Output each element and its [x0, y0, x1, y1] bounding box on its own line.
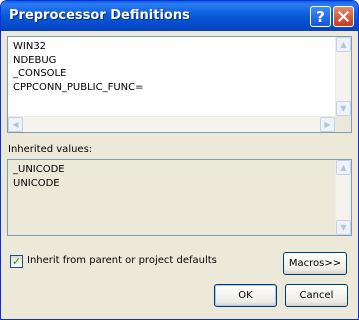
scroll-up-arrow-icon[interactable]: ▲	[336, 160, 351, 175]
inherited-vertical-scrollbar[interactable]: ▲ ▼	[335, 160, 351, 235]
definition-line: NDEBUG	[13, 54, 57, 66]
scroll-up-arrow-icon[interactable]: ▲	[336, 37, 351, 52]
scroll-down-arrow-icon[interactable]: ▼	[336, 220, 351, 235]
ok-button[interactable]: OK	[214, 284, 277, 307]
preprocessor-definitions-dialog: Preprocessor Definitions ? WIN32 NDEBUG …	[0, 0, 359, 320]
help-button[interactable]: ?	[310, 6, 331, 27]
definitions-textbox[interactable]: WIN32 NDEBUG _CONSOLE CPPCONN_PUBLIC_FUN…	[7, 36, 352, 133]
inherit-checkbox[interactable]: ✓	[10, 255, 23, 268]
definition-line: WIN32	[13, 41, 47, 52]
macros-button[interactable]: Macros>>	[283, 252, 347, 275]
scroll-right-arrow-icon[interactable]: ▶	[320, 117, 335, 132]
scroll-down-arrow-icon[interactable]: ▼	[336, 101, 351, 116]
inherited-line: UNICODE	[13, 177, 60, 189]
inherited-lines: _UNICODE UNICODE	[13, 163, 65, 190]
definitions-lines: WIN32 NDEBUG _CONSOLE CPPCONN_PUBLIC_FUN…	[13, 40, 143, 94]
scroll-left-arrow-icon[interactable]: ◀	[8, 117, 23, 132]
title-bar[interactable]: Preprocessor Definitions ?	[1, 1, 358, 31]
inherited-line: _UNICODE	[13, 164, 65, 175]
cancel-button[interactable]: Cancel	[285, 284, 348, 307]
help-icon: ?	[316, 7, 325, 26]
close-icon	[338, 11, 349, 22]
dialog-title: Preprocessor Definitions	[9, 8, 190, 23]
close-button[interactable]	[333, 6, 354, 27]
definitions-horizontal-scrollbar[interactable]: ◀ ▶	[8, 116, 335, 132]
inherit-checkbox-label[interactable]: Inherit from parent or project defaults	[27, 255, 217, 266]
checkmark-icon: ✓	[11, 255, 22, 268]
inherited-values-box: _UNICODE UNICODE ▲ ▼	[7, 159, 352, 236]
inherited-values-label: Inherited values:	[8, 144, 93, 155]
scrollbar-corner	[335, 116, 351, 132]
definition-line: CPPCONN_PUBLIC_FUNC=	[13, 81, 144, 93]
definition-line: _CONSOLE	[13, 68, 67, 79]
